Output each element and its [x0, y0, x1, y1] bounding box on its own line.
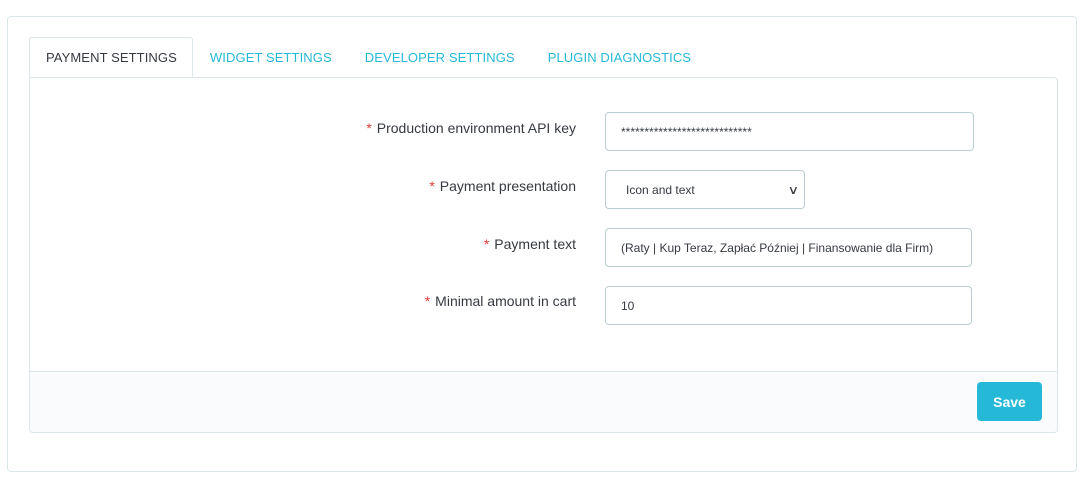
chevron-down-icon: ∨ — [787, 182, 800, 197]
required-marker: * — [366, 120, 372, 136]
payment-settings-panel: * Production environment API key ********… — [29, 77, 1058, 433]
required-marker: * — [429, 178, 435, 194]
panel-footer: Save — [30, 371, 1057, 432]
save-button[interactable]: Save — [977, 382, 1042, 421]
tab-bar: PAYMENT SETTINGS WIDGET SETTINGS DEVELOP… — [29, 37, 707, 77]
payment-presentation-label: * Payment presentation — [429, 178, 576, 194]
payment-text-label: * Payment text — [483, 236, 576, 252]
tab-developer-settings[interactable]: DEVELOPER SETTINGS — [348, 37, 531, 77]
payment-presentation-select[interactable]: Icon and text ∨ — [605, 170, 805, 209]
tab-payment-settings[interactable]: PAYMENT SETTINGS — [29, 37, 193, 77]
required-marker: * — [483, 236, 490, 252]
settings-container: PAYMENT SETTINGS WIDGET SETTINGS DEVELOP… — [7, 16, 1077, 472]
minimal-amount-label: * Minimal amount in cart — [424, 293, 576, 309]
minimal-amount-input[interactable]: 10 — [605, 286, 972, 325]
tab-plugin-diagnostics[interactable]: PLUGIN DIAGNOSTICS — [531, 37, 707, 77]
tab-widget-settings[interactable]: WIDGET SETTINGS — [193, 37, 348, 77]
required-marker: * — [424, 293, 431, 309]
payment-text-input[interactable]: (Raty | Kup Teraz, Zapłać Później | Fina… — [605, 228, 972, 267]
api-key-label: * Production environment API key — [366, 120, 576, 136]
api-key-input[interactable]: **************************** — [605, 112, 974, 151]
